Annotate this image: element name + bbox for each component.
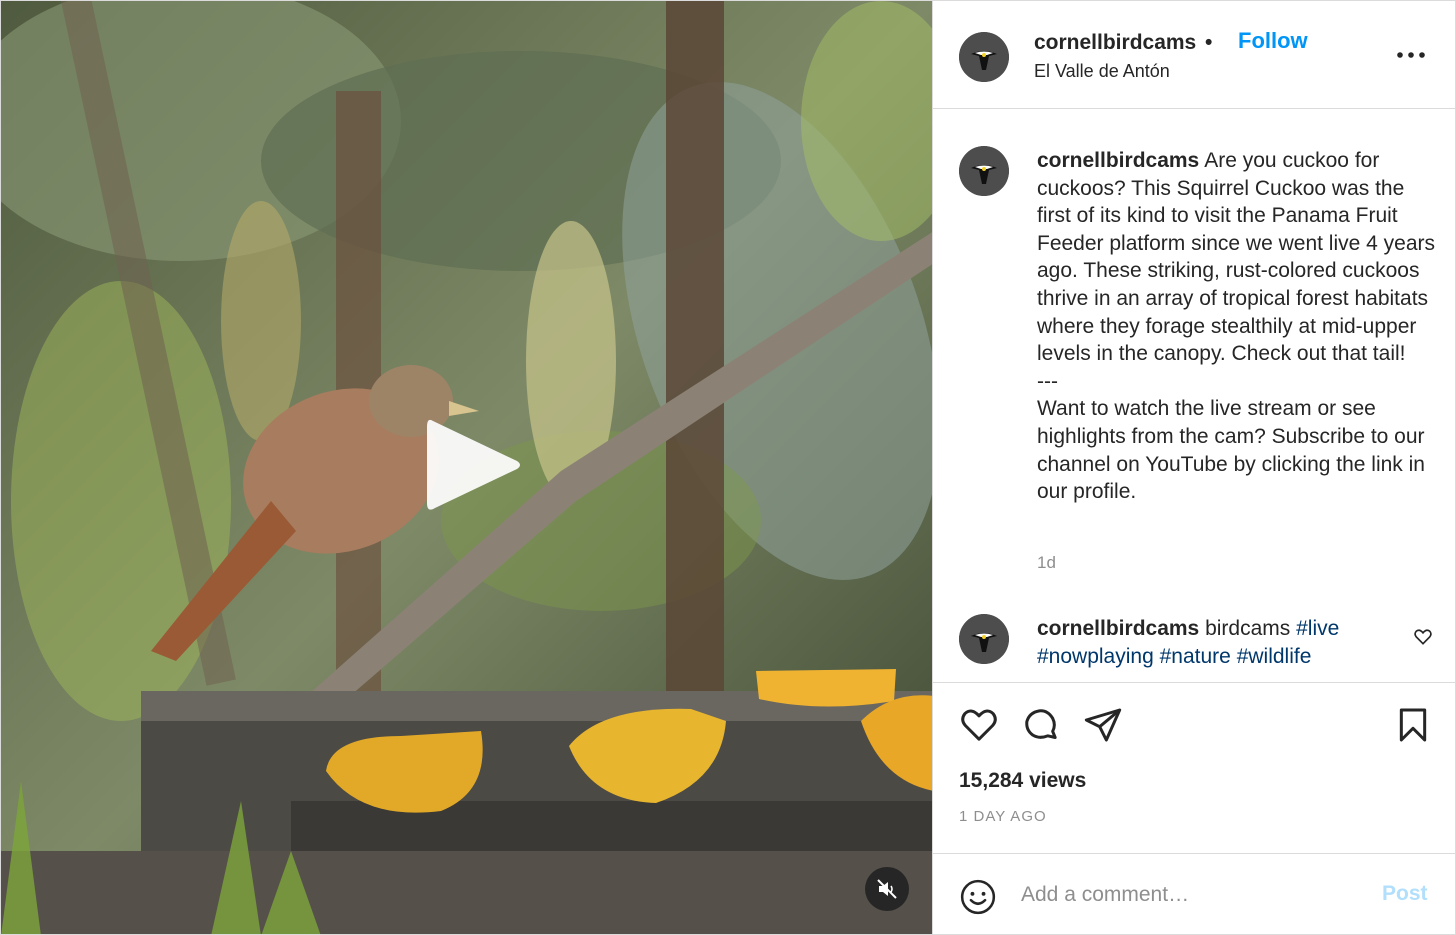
view-count[interactable]: 15,284 views (959, 769, 1086, 793)
paper-plane-icon (1084, 708, 1122, 742)
comment-username[interactable]: cornellbirdcams (1037, 617, 1199, 640)
profile-logo-icon (959, 32, 1009, 82)
emoji-button[interactable] (959, 878, 997, 916)
comment-avatar[interactable] (959, 614, 1009, 664)
profile-logo-icon (959, 146, 1009, 196)
heart-icon (961, 709, 997, 741)
post-actions: 15,284 views 1 DAY AGO (933, 682, 1456, 854)
profile-logo-icon (959, 614, 1009, 664)
location-link[interactable]: El Valle de Antón (1034, 61, 1170, 82)
follow-button[interactable]: Follow (1238, 28, 1308, 54)
comment-button[interactable] (1021, 705, 1061, 745)
comment-text: birdcams (1205, 617, 1291, 640)
hashtag-link[interactable]: #wildlife (1237, 645, 1312, 668)
smiley-icon (960, 879, 996, 915)
hashtag-link[interactable]: #nature (1160, 645, 1231, 668)
like-comment-button[interactable] (1413, 627, 1433, 647)
caption-text: Are you cuckoo for cuckoos? This Squirre… (1037, 149, 1436, 504)
play-button[interactable] (421, 413, 525, 517)
bookmark-icon (1399, 708, 1427, 742)
more-options-button[interactable] (1395, 41, 1427, 69)
comment-item: cornellbirdcams birdcams #live #nowplayi… (1037, 615, 1417, 670)
more-options-icon (1397, 52, 1425, 58)
post-date[interactable]: 1 DAY AGO (959, 808, 1047, 825)
caption-username[interactable]: cornellbirdcams (1037, 149, 1199, 172)
play-icon (427, 419, 520, 510)
post-age[interactable]: 1d (1037, 553, 1056, 573)
mute-toggle-button[interactable] (865, 867, 909, 911)
comment-bubble-icon (1025, 709, 1057, 739)
add-comment-section: Post (933, 853, 1456, 935)
post-comment-button[interactable]: Post (1382, 882, 1428, 906)
muted-speaker-icon (877, 879, 897, 899)
username-link[interactable]: cornellbirdcams (1034, 31, 1196, 55)
heart-icon (1414, 629, 1432, 645)
share-button[interactable] (1083, 705, 1123, 745)
hashtag-link[interactable]: #nowplaying (1037, 645, 1154, 668)
caption-avatar[interactable] (959, 146, 1009, 196)
post-header: cornellbirdcams • Follow El Valle de Ant… (933, 1, 1456, 109)
separator-dot: • (1205, 31, 1213, 54)
save-button[interactable] (1393, 705, 1433, 745)
post-video[interactable] (0, 0, 933, 935)
comment-input[interactable] (1021, 876, 1361, 914)
hashtag-link[interactable]: #live (1296, 617, 1339, 640)
avatar[interactable] (959, 32, 1009, 82)
post-caption: cornellbirdcams Are you cuckoo for cuckoo… (1037, 147, 1437, 506)
post-side-panel: cornellbirdcams • Follow El Valle de Ant… (933, 0, 1456, 935)
like-button[interactable] (959, 705, 999, 745)
